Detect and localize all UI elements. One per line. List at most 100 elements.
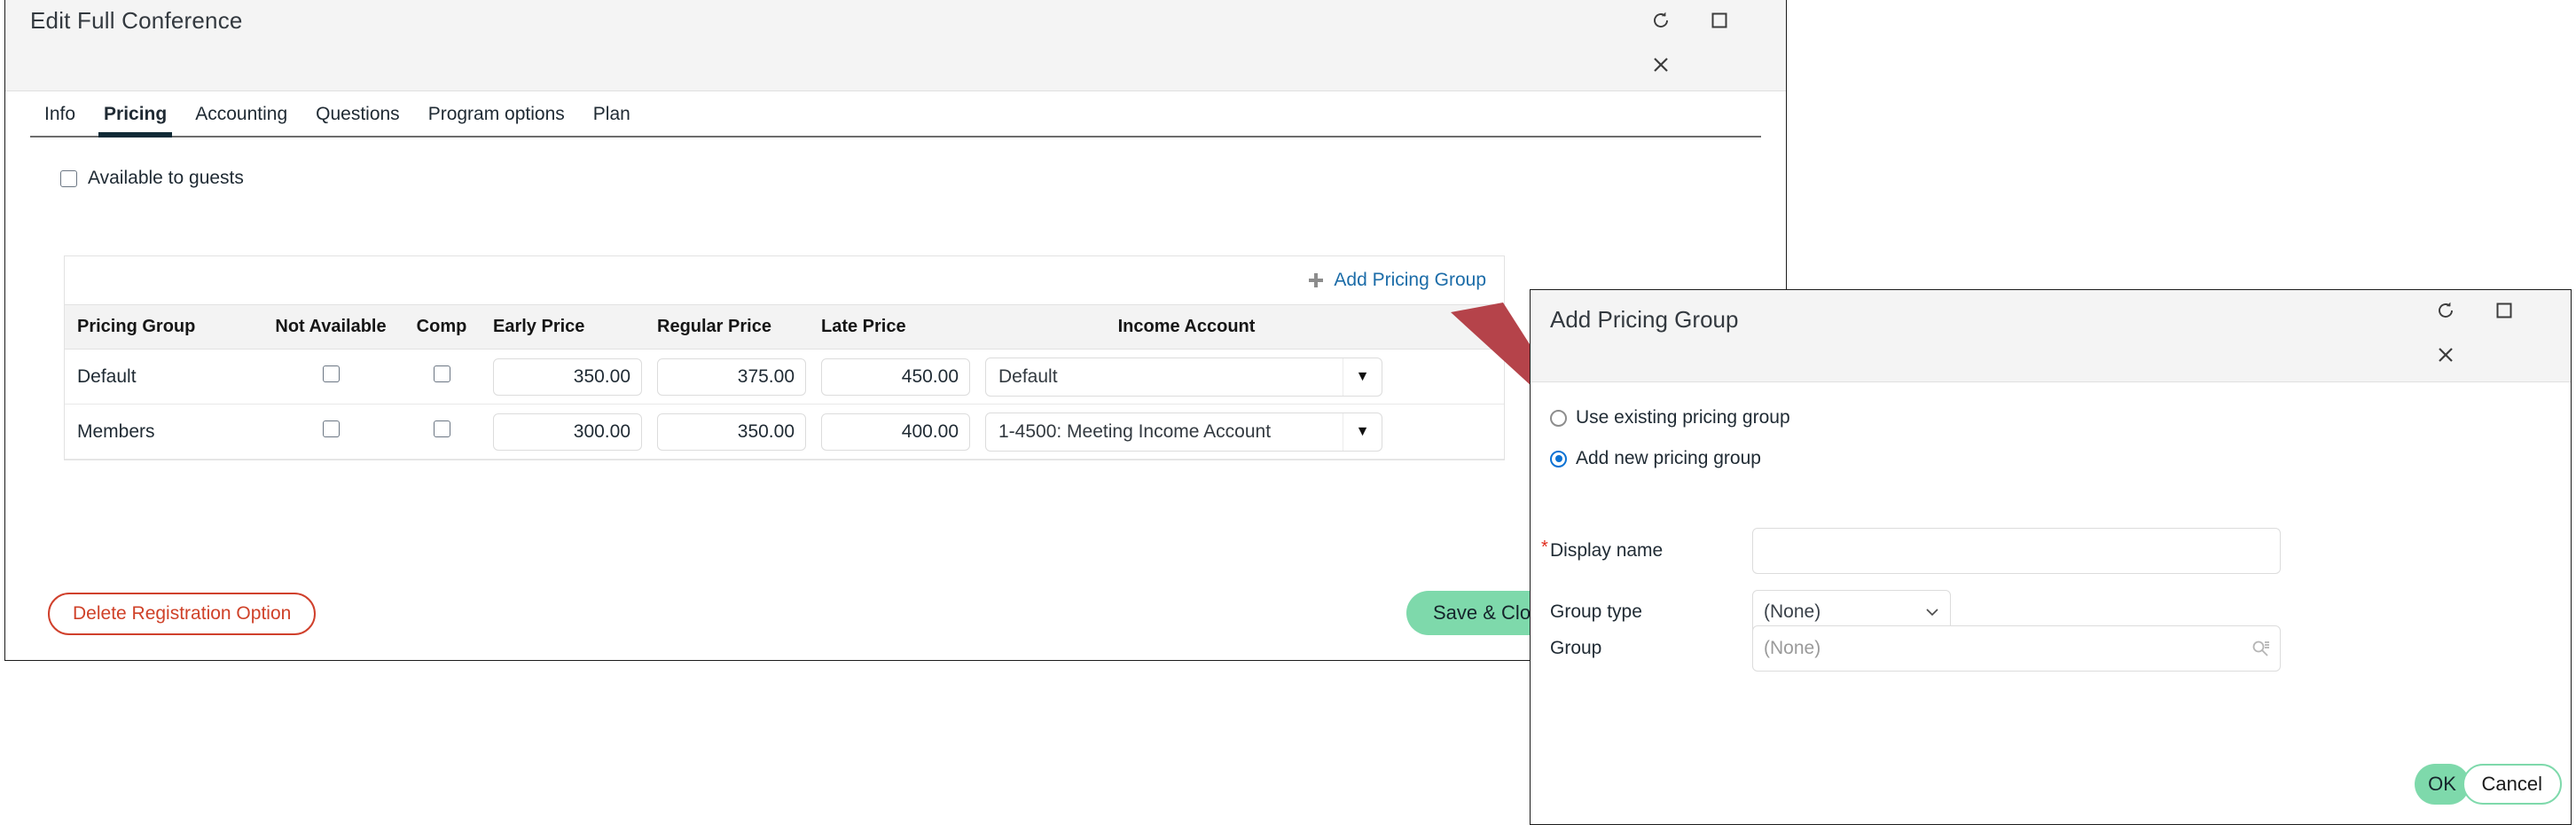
search-icon[interactable] — [2251, 639, 2270, 658]
ok-button[interactable]: OK — [2415, 764, 2470, 805]
tab-info[interactable]: Info — [30, 104, 90, 136]
cell-early-price — [486, 349, 650, 405]
cell-income-account: 1-4500: Meeting Income Account ▼ — [978, 404, 1395, 460]
group-input[interactable] — [1752, 625, 2281, 672]
tab-bar: Info Pricing Accounting Questions Progra… — [30, 91, 1761, 138]
regular-price-input[interactable] — [657, 412, 806, 451]
col-header-comp: Comp — [397, 304, 486, 350]
income-account-value: Default — [998, 365, 1058, 387]
tab-plan[interactable]: Plan — [579, 104, 645, 136]
cell-pricing-group: Default — [65, 349, 264, 405]
pricing-panel-toolbar: Add Pricing Group — [65, 256, 1504, 304]
pricing-table: Pricing Group Not Available Comp Early P… — [65, 304, 1504, 460]
cell-comp — [397, 404, 486, 460]
display-name-label-text: Display name — [1550, 540, 1664, 561]
add-new-pricing-group-radio-row[interactable]: Add new pricing group — [1550, 448, 2571, 469]
refresh-icon[interactable] — [2431, 295, 2461, 326]
not-available-checkbox[interactable] — [322, 420, 340, 437]
cell-not-available — [264, 349, 397, 405]
display-name-input[interactable] — [1752, 528, 2281, 574]
window-title: Edit Full Conference — [30, 7, 243, 34]
table-row: Members 300.00 350.00 400.00 1-4500: Mee… — [65, 404, 1504, 460]
early-price-input[interactable] — [493, 358, 642, 396]
add-new-pricing-group-label: Add new pricing group — [1576, 448, 1761, 468]
pricing-table-body: Default 350.00 375.00 450.00 Default ▼ M… — [65, 349, 1504, 460]
cell-late-price — [814, 349, 978, 405]
add-pricing-group-button[interactable]: Add Pricing Group — [1307, 270, 1486, 291]
tab-accounting[interactable]: Accounting — [181, 104, 301, 136]
late-price-input[interactable] — [821, 358, 970, 396]
cell-late-price — [814, 404, 978, 460]
group-type-label: Group type — [1550, 601, 1642, 622]
dialog-body: Use existing pricing group Add new prici… — [1531, 407, 2571, 780]
display-name-label: * Display name — [1541, 538, 1752, 562]
maximize-icon[interactable] — [1704, 5, 1734, 35]
required-indicator-icon: * — [1541, 538, 1548, 557]
tab-questions[interactable]: Questions — [301, 104, 414, 136]
screen-root: Edit Full Conference Info Pricing Accoun… — [0, 0, 2576, 825]
cell-comp — [397, 349, 486, 405]
pricing-group-panel: Add Pricing Group Pricing Group Not Avai… — [64, 255, 1505, 460]
cell-spacer — [1395, 404, 1504, 460]
chevron-down-icon: ▼ — [1343, 412, 1382, 451]
dialog-header: Add Pricing Group — [1531, 290, 2571, 382]
close-icon[interactable] — [1646, 50, 1676, 80]
cell-pricing-group: Members — [65, 404, 264, 460]
refresh-icon[interactable] — [1646, 5, 1676, 35]
income-account-value: 1-4500: Meeting Income Account — [998, 420, 1272, 442]
dialog-window-controls — [2411, 290, 2571, 382]
col-header-regular-price: Regular Price — [650, 304, 814, 350]
col-header-early-price: Early Price — [486, 304, 650, 350]
table-row: Default 350.00 375.00 450.00 Default ▼ — [65, 349, 1504, 405]
use-existing-pricing-group-radio[interactable] — [1550, 409, 1567, 427]
display-name-field-row: * Display name — [1541, 528, 2281, 574]
plus-icon — [1307, 271, 1325, 289]
not-available-checkbox[interactable] — [322, 365, 340, 382]
group-field-row: Group — [1550, 625, 2281, 672]
add-new-pricing-group-radio[interactable] — [1550, 450, 1567, 468]
cancel-button[interactable]: Cancel — [2462, 764, 2562, 805]
dialog-title: Add Pricing Group — [1550, 306, 1739, 333]
cell-early-price — [486, 404, 650, 460]
group-lookup-wrapper — [1752, 625, 2281, 672]
window-controls — [1626, 0, 1786, 91]
income-account-select[interactable]: Default ▼ — [985, 357, 1382, 397]
add-pricing-group-label: Add Pricing Group — [1334, 270, 1486, 290]
col-header-not-available: Not Available — [264, 304, 397, 350]
available-to-guests-row: Available to guests — [60, 168, 1786, 189]
edit-full-conference-window: Edit Full Conference Info Pricing Accoun… — [4, 0, 1787, 661]
chevron-down-icon: ▼ — [1343, 358, 1382, 396]
pricing-table-head: Pricing Group Not Available Comp Early P… — [65, 304, 1504, 350]
cell-regular-price — [650, 404, 814, 460]
maximize-icon[interactable] — [2489, 295, 2519, 326]
col-header-late-price: Late Price — [814, 304, 978, 350]
group-type-value: (None) — [1764, 601, 1821, 622]
tab-program-options[interactable]: Program options — [414, 104, 579, 136]
comp-checkbox[interactable] — [433, 365, 450, 382]
early-price-input[interactable] — [493, 412, 642, 451]
pricing-table-header-row: Pricing Group Not Available Comp Early P… — [65, 304, 1504, 350]
regular-price-input[interactable] — [657, 358, 806, 396]
tab-pricing[interactable]: Pricing — [90, 104, 181, 138]
cell-spacer — [1395, 349, 1504, 405]
delete-registration-option-button[interactable]: Delete Registration Option — [48, 593, 317, 635]
window-header: Edit Full Conference — [5, 0, 1786, 91]
comp-checkbox[interactable] — [433, 420, 450, 437]
close-icon[interactable] — [2431, 340, 2461, 370]
income-account-select[interactable]: 1-4500: Meeting Income Account ▼ — [985, 412, 1382, 452]
cell-income-account: Default ▼ — [978, 349, 1395, 405]
use-existing-pricing-group-label: Use existing pricing group — [1576, 407, 1790, 428]
col-header-spacer — [1395, 304, 1504, 350]
cell-not-available — [264, 404, 397, 460]
available-to-guests-checkbox[interactable] — [60, 169, 77, 187]
use-existing-pricing-group-radio-row[interactable]: Use existing pricing group — [1550, 407, 2571, 428]
cell-regular-price — [650, 349, 814, 405]
col-header-income-account: Income Account — [978, 304, 1395, 350]
group-label: Group — [1550, 638, 1602, 658]
dialog-footer: OK Cancel — [1531, 753, 2571, 824]
available-to-guests-label: Available to guests — [88, 168, 244, 188]
late-price-input[interactable] — [821, 412, 970, 451]
col-header-pricing-group: Pricing Group — [65, 304, 264, 350]
chevron-down-icon — [1926, 609, 1938, 617]
add-pricing-group-dialog: Add Pricing Group Use existing pricing g… — [1530, 289, 2572, 825]
